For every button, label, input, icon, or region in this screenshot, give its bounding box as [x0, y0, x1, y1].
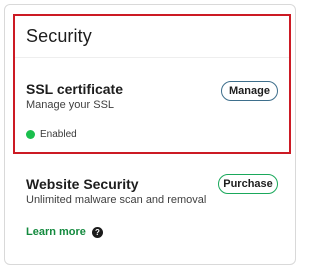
divider — [15, 57, 289, 58]
help-icon[interactable]: ? — [91, 227, 103, 238]
website-security-title: Website Security — [26, 176, 139, 192]
learn-more-link[interactable]: Learn more ? — [26, 225, 103, 238]
status-dot-icon — [26, 130, 35, 139]
ssl-status: Enabled — [26, 129, 77, 140]
learn-more-label: Learn more — [26, 225, 86, 238]
website-security-subtitle: Unlimited malware scan and removal — [26, 194, 207, 206]
ssl-certificate-subtitle: Manage your SSL — [26, 99, 115, 111]
ssl-certificate-title: SSL certificate — [26, 81, 124, 97]
purchase-button[interactable]: Purchase — [218, 174, 278, 194]
card-title: Security — [26, 26, 92, 46]
manage-button[interactable]: Manage — [221, 81, 278, 101]
status-text: Enabled — [40, 129, 77, 140]
